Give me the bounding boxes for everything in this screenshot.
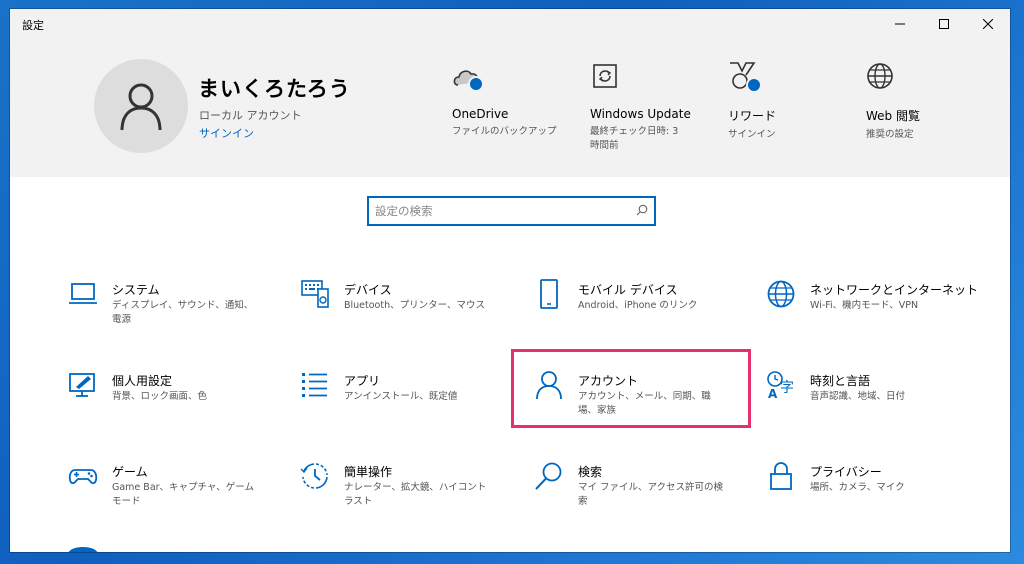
category-label: 検索 xyxy=(578,465,603,479)
category-personalization[interactable]: 個人用設定 背景、ロック画面、色 xyxy=(68,370,300,440)
globe-icon xyxy=(767,280,795,308)
title-bar[interactable]: 設定 xyxy=(10,9,1010,39)
category-description: 背景、ロック画面、色 xyxy=(112,391,208,402)
app-list-icon xyxy=(302,373,327,397)
header-item-label: Web 閲覧 xyxy=(866,109,920,123)
user-name: まいくろたろう xyxy=(198,77,351,101)
category-description: Wi-Fi、機内モード、VPN xyxy=(810,300,919,311)
category-label: ネットワークとインターネット xyxy=(810,283,979,297)
minimize-button[interactable] xyxy=(878,9,922,39)
category-label: 時刻と言語 xyxy=(810,374,871,388)
search-box[interactable] xyxy=(367,196,656,226)
search-icon xyxy=(535,462,562,490)
header-item-label: Windows Update xyxy=(590,107,691,121)
gamepad-icon xyxy=(68,469,98,485)
phone-icon xyxy=(540,279,558,309)
laptop-icon xyxy=(69,283,97,304)
category-search[interactable]: 検索 マイ ファイル、アクセス許可の検索 xyxy=(534,461,766,531)
category-label: アプリ xyxy=(344,374,381,388)
category-label: プライバシー xyxy=(810,465,882,479)
category-description: ナレーター、拡大鏡、ハイコントラスト xyxy=(344,482,487,507)
header-item-subtext: 推奨の設定 xyxy=(866,129,914,140)
category-description: アンインストール、既定値 xyxy=(344,391,458,402)
header-item-subtext: サインイン xyxy=(728,129,776,140)
highlight-box xyxy=(511,349,751,428)
category-description: マイ ファイル、アクセス許可の検索 xyxy=(578,482,724,507)
keyboard-icon xyxy=(301,280,329,308)
category-system[interactable]: システム ディスプレイ、サウンド、通知、電源 xyxy=(68,279,300,349)
search-icon[interactable] xyxy=(636,204,648,216)
account-type: ローカル アカウント xyxy=(199,109,302,122)
signin-link[interactable]: サインイン xyxy=(199,125,254,141)
header-item-subtext: 最終チェック日時: 3 時間前 xyxy=(590,126,679,151)
category-label: モバイル デバイス xyxy=(578,283,678,297)
header-item-label: OneDrive xyxy=(452,107,509,121)
close-icon xyxy=(983,19,993,29)
header-item-windows-update[interactable]: Windows Update 最終チェック日時: 3 時間前 xyxy=(590,59,691,153)
svg-text:A: A xyxy=(768,387,778,400)
category-mobile-devices[interactable]: モバイル デバイス Android、iPhone のリンク xyxy=(534,279,766,349)
category-description: Game Bar、キャプチャ、ゲーム モード xyxy=(112,482,254,507)
category-description: Bluetooth、プリンター、マウス xyxy=(344,300,486,311)
avatar[interactable] xyxy=(94,59,188,153)
category-devices[interactable]: デバイス Bluetooth、プリンター、マウス xyxy=(300,279,532,349)
header-item-web-browsing[interactable]: Web 閲覧 推奨の設定 xyxy=(866,59,976,142)
cloud-icon xyxy=(452,59,488,95)
trophy-icon xyxy=(728,59,764,95)
window-title: 設定 xyxy=(22,19,44,32)
category-label: 簡単操作 xyxy=(344,465,393,479)
maximize-button[interactable] xyxy=(922,9,966,39)
category-description: 音声認識、地域、日付 xyxy=(810,391,906,402)
maximize-icon xyxy=(939,19,949,29)
category-label: 個人用設定 xyxy=(112,374,173,388)
category-description: 場所、カメラ、マイク xyxy=(810,482,905,493)
header-item-subtext: ファイルのバックアップ xyxy=(452,126,557,137)
header-item-onedrive[interactable]: OneDrive ファイルのバックアップ xyxy=(452,59,562,139)
sync-icon xyxy=(590,59,626,95)
minimize-icon xyxy=(895,23,905,25)
category-apps[interactable]: アプリ アンインストール、既定値 xyxy=(300,370,532,440)
globe-icon xyxy=(866,59,902,95)
paint-icon xyxy=(69,373,95,397)
category-ease-of-access[interactable]: 簡単操作 ナレーター、拡大鏡、ハイコントラスト xyxy=(300,461,532,531)
partial-category-icon xyxy=(68,547,98,552)
header-item-rewards[interactable]: リワード サインイン xyxy=(728,59,838,142)
category-gaming[interactable]: ゲーム Game Bar、キャプチャ、ゲーム モード xyxy=(68,461,300,531)
settings-window: 設定 まいくろたろう ローカル アカウント サインイン OneDrive ファイ… xyxy=(10,9,1010,552)
category-label: ゲーム xyxy=(112,465,148,479)
account-header: まいくろたろう ローカル アカウント サインイン OneDrive ファイルのバ… xyxy=(10,39,1010,177)
category-description: Android、iPhone のリンク xyxy=(578,300,698,311)
category-description: ディスプレイ、サウンド、通知、電源 xyxy=(112,300,254,325)
category-privacy[interactable]: プライバシー 場所、カメラ、マイク xyxy=(766,461,998,531)
person-icon xyxy=(120,83,162,131)
svg-text:字: 字 xyxy=(780,380,794,396)
lock-icon xyxy=(770,462,792,490)
close-button[interactable] xyxy=(966,9,1010,39)
header-item-label: リワード xyxy=(728,109,777,123)
category-network[interactable]: ネットワークとインターネット Wi-Fi、機内モード、VPN xyxy=(766,279,998,349)
time-language-icon: A 字 xyxy=(767,371,794,400)
category-time-language[interactable]: A 字 時刻と言語 音声認識、地域、日付 xyxy=(766,370,998,440)
search-input[interactable] xyxy=(375,201,625,221)
category-label: システム xyxy=(112,283,160,297)
category-label: デバイス xyxy=(344,283,392,297)
ease-of-access-icon xyxy=(300,463,328,489)
